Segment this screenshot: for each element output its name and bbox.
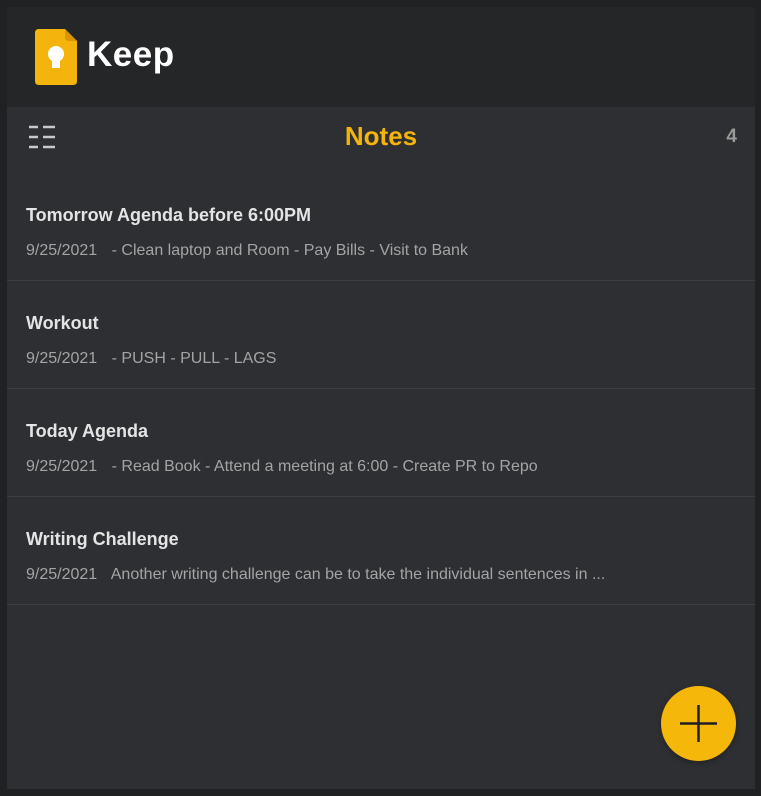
page-title: Notes bbox=[344, 121, 418, 151]
note-item[interactable]: Writing Challenge 9/25/2021 Another writ… bbox=[7, 497, 755, 605]
keep-lightbulb-icon bbox=[35, 29, 77, 85]
note-date: 9/25/2021 bbox=[26, 458, 98, 475]
note-title: Today Agenda bbox=[26, 421, 149, 441]
note-preview: - Clean laptop and Room - Pay Bills - Vi… bbox=[111, 242, 468, 259]
notes-count-badge: 4 bbox=[726, 126, 737, 147]
app-bar: Keep bbox=[7, 7, 755, 107]
add-note-button[interactable] bbox=[661, 686, 736, 761]
note-meta: 9/25/2021 - Read Book - Attend a meeting… bbox=[26, 458, 538, 476]
app-name: Keep bbox=[87, 35, 175, 74]
note-meta: 9/25/2021 - PUSH - PULL - LAGS bbox=[26, 350, 276, 368]
note-title: Workout bbox=[26, 313, 99, 333]
note-item[interactable]: Today Agenda 9/25/2021 - Read Book - Att… bbox=[7, 389, 755, 497]
note-item[interactable]: Workout 9/25/2021 - PUSH - PULL - LAGS bbox=[7, 281, 755, 389]
note-item[interactable]: Tomorrow Agenda before 6:00PM 9/25/2021 … bbox=[7, 173, 755, 281]
keep-app: Keep Notes 4 Tomorrow Agenda before 6:00… bbox=[7, 7, 755, 789]
note-date: 9/25/2021 bbox=[26, 242, 98, 259]
notes-list: Tomorrow Agenda before 6:00PM 9/25/2021 … bbox=[7, 173, 755, 605]
note-date: 9/25/2021 bbox=[26, 566, 98, 583]
plus-icon bbox=[680, 705, 717, 742]
note-meta: 9/25/2021 - Clean laptop and Room - Pay … bbox=[26, 242, 468, 260]
note-meta: 9/25/2021 Another writing challenge can … bbox=[26, 566, 605, 584]
note-preview: - Read Book - Attend a meeting at 6:00 -… bbox=[111, 458, 538, 475]
note-date: 9/25/2021 bbox=[26, 350, 98, 367]
note-preview: - PUSH - PULL - LAGS bbox=[111, 350, 277, 367]
notes-header: Notes 4 bbox=[7, 107, 755, 171]
note-title: Writing Challenge bbox=[26, 529, 179, 549]
note-preview: Another writing challenge can be to take… bbox=[110, 566, 606, 583]
note-title: Tomorrow Agenda before 6:00PM bbox=[26, 205, 312, 225]
